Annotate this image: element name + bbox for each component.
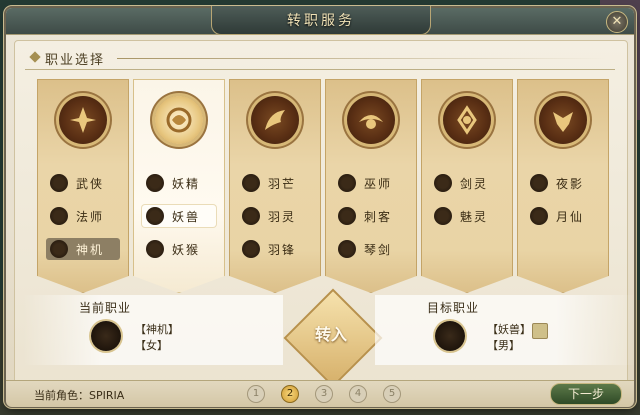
- class-option-icon: [146, 240, 164, 258]
- class-option-icon: [50, 174, 68, 192]
- fox-emblem-icon: [155, 96, 203, 144]
- class-option[interactable]: 琴剑: [334, 238, 408, 260]
- section-title: 职业选择: [45, 53, 106, 68]
- class-transfer-window: 转职服务 ✕ 职业选择 武侠 法师 神机 妖精 妖兽 妖猴 羽芒 羽灵 羽锋 巫…: [6, 6, 635, 407]
- game-screen: 转职服务 ✕ 职业选择 武侠 法师 神机 妖精 妖兽 妖猴 羽芒 羽灵 羽锋 巫…: [0, 0, 640, 415]
- class-option-icon: [338, 207, 356, 225]
- class-banner-1[interactable]: 武侠 法师 神机: [37, 79, 129, 293]
- class-option[interactable]: 妖猴: [142, 238, 216, 260]
- class-option[interactable]: 羽灵: [238, 205, 312, 227]
- class-option-label: 巫师: [364, 177, 393, 191]
- target-class-name: 【妖兽】: [487, 323, 531, 336]
- class-option-label: 月仙: [556, 210, 585, 224]
- class-option-icon: [530, 174, 548, 192]
- transfer-button[interactable]: 转入: [298, 321, 364, 345]
- class-option-label: 羽锋: [268, 243, 297, 257]
- step-indicator: 1 2 3 4 5: [247, 385, 403, 403]
- class-banner-3[interactable]: 羽芒 羽灵 羽锋: [229, 79, 321, 293]
- class-option-label: 武侠: [76, 177, 105, 191]
- dragon-emblem-icon: [539, 96, 587, 144]
- target-class-gender: 【男】: [487, 339, 520, 352]
- next-button[interactable]: 下一步: [550, 383, 622, 405]
- window-title: 转职服务: [287, 13, 355, 29]
- target-class-icon: [435, 321, 465, 351]
- class-option-icon: [50, 207, 68, 225]
- class-option-label: 夜影: [556, 177, 585, 191]
- class-option[interactable]: 羽锋: [238, 238, 312, 260]
- class-option-icon: [146, 174, 164, 192]
- class-option-label: 妖兽: [172, 210, 201, 224]
- class-banner-4[interactable]: 巫师 刺客 琴剑: [325, 79, 417, 293]
- current-class-title: 当前职业: [79, 301, 132, 315]
- lock-icon[interactable]: [532, 323, 548, 339]
- current-class-icon: [91, 321, 121, 351]
- class-option-icon: [146, 207, 164, 225]
- class-option-label: 魅灵: [460, 210, 489, 224]
- class-option-label: 妖猴: [172, 243, 201, 257]
- class-option-icon: [338, 240, 356, 258]
- class-option-label: 剑灵: [460, 177, 489, 191]
- class-option-icon: [530, 207, 548, 225]
- class-option-target[interactable]: 妖兽: [142, 205, 216, 227]
- step-4[interactable]: 4: [349, 385, 367, 403]
- title-tab: 转职服务: [211, 6, 431, 35]
- class-banner-6[interactable]: 夜影 月仙: [517, 79, 609, 293]
- target-class-title: 目标职业: [427, 301, 480, 315]
- class-banner-5[interactable]: 剑灵 魅灵: [421, 79, 513, 293]
- step-2[interactable]: 2: [281, 385, 299, 403]
- class-option-label: 羽灵: [268, 210, 297, 224]
- class-option-label: 神机: [76, 243, 105, 257]
- class-option-icon: [242, 174, 260, 192]
- close-icon[interactable]: ✕: [606, 11, 628, 33]
- section-header: 职业选择: [25, 47, 615, 70]
- class-option-current[interactable]: 神机: [46, 238, 120, 260]
- step-5[interactable]: 5: [383, 385, 401, 403]
- class-option[interactable]: 月仙: [526, 205, 600, 227]
- class-option[interactable]: 羽芒: [238, 172, 312, 194]
- class-option-label: 妖精: [172, 177, 201, 191]
- class-option-label: 羽芒: [268, 177, 297, 191]
- class-option[interactable]: 夜影: [526, 172, 600, 194]
- class-option[interactable]: 巫师: [334, 172, 408, 194]
- class-option-label: 刺客: [364, 210, 393, 224]
- current-class-name: 【神机】: [135, 323, 179, 336]
- class-option-icon: [434, 174, 452, 192]
- content-panel: 职业选择 武侠 法师 神机 妖精 妖兽 妖猴 羽芒 羽灵 羽锋 巫师 刺客 琴剑…: [14, 40, 635, 396]
- diamond-icon: [29, 51, 41, 63]
- class-option[interactable]: 剑灵: [430, 172, 504, 194]
- current-role: 当前角色：SPIRIA: [34, 389, 125, 402]
- bird-emblem-icon: [347, 96, 395, 144]
- class-banner-2[interactable]: 妖精 妖兽 妖猴: [133, 79, 225, 293]
- footer-bar: 当前角色：SPIRIA 1 2 3 4 5 下一步: [6, 380, 634, 407]
- current-class-gender: 【女】: [135, 339, 168, 352]
- class-option-icon: [338, 174, 356, 192]
- divider: [117, 58, 607, 59]
- feather-emblem-icon: [251, 96, 299, 144]
- class-option[interactable]: 刺客: [334, 205, 408, 227]
- class-option-icon: [434, 207, 452, 225]
- class-option-icon: [242, 240, 260, 258]
- target-class-box: 目标职业 【妖兽】 【男】: [375, 295, 635, 365]
- class-option-icon: [242, 207, 260, 225]
- warrior-emblem-icon: [59, 96, 107, 144]
- class-option[interactable]: 法师: [46, 205, 120, 227]
- class-option[interactable]: 魅灵: [430, 205, 504, 227]
- class-option-label: 法师: [76, 210, 105, 224]
- class-option-icon: [50, 240, 68, 258]
- class-option[interactable]: 妖精: [142, 172, 216, 194]
- step-3[interactable]: 3: [315, 385, 333, 403]
- class-option[interactable]: 武侠: [46, 172, 120, 194]
- current-class-box: 当前职业 【神机】 【女】: [23, 295, 283, 365]
- title-bar[interactable]: 转职服务 ✕: [6, 6, 634, 35]
- step-1[interactable]: 1: [247, 385, 265, 403]
- class-option-label: 琴剑: [364, 243, 393, 257]
- spirit-emblem-icon: [443, 96, 491, 144]
